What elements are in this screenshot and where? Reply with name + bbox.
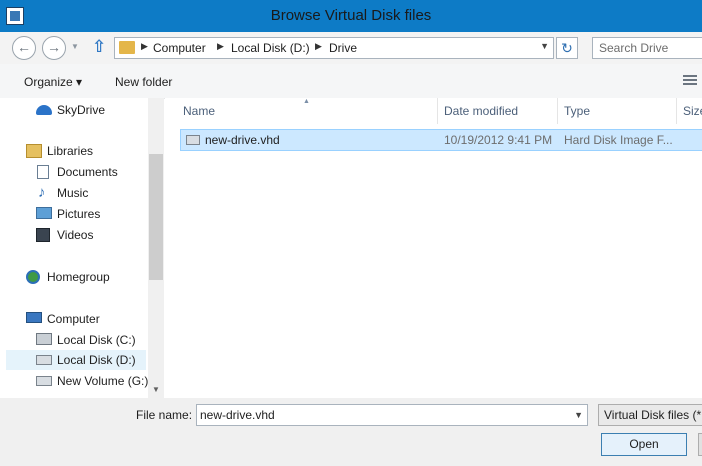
open-button[interactable]: Open bbox=[601, 433, 687, 456]
column-header-name[interactable]: Name bbox=[183, 104, 215, 118]
column-header-size[interactable]: Size bbox=[683, 104, 702, 118]
file-name-cell: new-drive.vhd bbox=[205, 133, 280, 147]
nav-item-homegroup[interactable]: Homegroup bbox=[0, 267, 148, 287]
new-folder-button[interactable]: New folder bbox=[115, 75, 172, 89]
breadcrumb-separator-icon[interactable]: ▶ bbox=[315, 41, 322, 52]
file-name-label: File name: bbox=[136, 408, 193, 422]
view-options-icon[interactable] bbox=[683, 75, 697, 87]
scroll-down-icon[interactable]: ▼ bbox=[152, 385, 160, 394]
nav-item-label: New Volume (G:) bbox=[57, 374, 148, 388]
nav-item-libraries[interactable]: Libraries bbox=[0, 141, 148, 161]
file-list-pane: ▲ Name Date modified Type Size new-drive… bbox=[165, 98, 702, 398]
back-arrow-icon[interactable]: ← bbox=[12, 36, 36, 60]
table-row[interactable]: new-drive.vhd 10/19/2012 9:41 PM Hard Di… bbox=[180, 129, 702, 151]
file-name-combobox[interactable]: new-drive.vhd ▼ bbox=[196, 404, 588, 426]
nav-item-label: Local Disk (D:) bbox=[57, 353, 136, 367]
navigation-scrollbar[interactable]: ▼ bbox=[148, 98, 164, 398]
nav-item-label: Documents bbox=[57, 165, 118, 179]
file-type-cell: Hard Disk Image F... bbox=[564, 133, 673, 147]
address-dropdown-icon[interactable]: ▼ bbox=[540, 41, 549, 51]
nav-item-label: SkyDrive bbox=[57, 103, 106, 117]
title-bar: Browse Virtual Disk files bbox=[0, 0, 702, 32]
address-bar[interactable]: ▶ Computer ▶ Local Disk (D:) ▶ Drive ▼ bbox=[114, 37, 554, 59]
nav-item-label: Pictures bbox=[57, 207, 101, 221]
documents-icon bbox=[37, 165, 49, 179]
music-note-icon: ♪ bbox=[38, 184, 46, 201]
dialog-bottom-bar: File name: new-drive.vhd ▼ Virtual Disk … bbox=[0, 398, 702, 466]
pictures-icon bbox=[36, 207, 52, 219]
nav-item-computer[interactable]: Computer bbox=[0, 309, 148, 329]
homegroup-icon bbox=[26, 270, 40, 284]
command-toolbar: Organize ▾ New folder bbox=[0, 64, 702, 99]
nav-item-label: Libraries bbox=[47, 144, 94, 158]
nav-item-music[interactable]: ♪ Music bbox=[0, 183, 148, 203]
nav-item-label: Homegroup bbox=[47, 270, 110, 284]
refresh-icon[interactable]: ↻ bbox=[556, 37, 578, 59]
column-divider[interactable] bbox=[557, 98, 558, 124]
breadcrumb-computer[interactable]: Computer bbox=[153, 41, 206, 55]
breadcrumb-drive[interactable]: Drive bbox=[329, 41, 357, 55]
breadcrumb-separator-icon[interactable]: ▶ bbox=[141, 41, 148, 52]
nav-item-documents[interactable]: Documents bbox=[0, 162, 148, 182]
videos-film-icon bbox=[36, 228, 50, 242]
nav-item-skydrive[interactable]: SkyDrive bbox=[0, 100, 148, 120]
recent-locations-chevron-icon[interactable]: ▼ bbox=[71, 42, 79, 51]
nav-item-videos[interactable]: Videos bbox=[0, 225, 148, 245]
nav-item-local-disk-c[interactable]: Local Disk (C:) bbox=[0, 330, 148, 350]
column-divider[interactable] bbox=[676, 98, 677, 124]
file-type-filter-select[interactable]: Virtual Disk files (*.vhd) bbox=[598, 404, 702, 426]
computer-monitor-icon bbox=[26, 312, 42, 323]
folder-icon bbox=[119, 41, 135, 54]
address-row: ← → ▼ ⇧ ▶ Computer ▶ Local Disk (D:) ▶ D… bbox=[0, 32, 702, 64]
forward-arrow-icon[interactable]: → bbox=[42, 36, 66, 60]
column-divider[interactable] bbox=[437, 98, 438, 124]
libraries-folder-icon bbox=[26, 144, 42, 158]
column-header-date-modified[interactable]: Date modified bbox=[444, 104, 518, 118]
drive-d-icon bbox=[36, 355, 52, 365]
up-arrow-icon[interactable]: ⇧ bbox=[92, 37, 106, 57]
window-title: Browse Virtual Disk files bbox=[270, 7, 432, 24]
nav-item-label: Music bbox=[57, 186, 89, 200]
file-name-input[interactable]: new-drive.vhd bbox=[200, 408, 275, 422]
file-date-cell: 10/19/2012 9:41 PM bbox=[444, 133, 553, 147]
breadcrumb-local-disk-d[interactable]: Local Disk (D:) bbox=[231, 41, 310, 55]
nav-item-local-disk-d[interactable]: Local Disk (D:) bbox=[6, 350, 146, 370]
drive-g-icon bbox=[36, 376, 52, 386]
drive-c-icon bbox=[36, 333, 52, 345]
vhd-file-icon bbox=[186, 135, 200, 145]
file-name-dropdown-icon[interactable]: ▼ bbox=[574, 405, 583, 425]
skydrive-icon bbox=[36, 105, 52, 115]
column-header-type[interactable]: Type bbox=[564, 104, 590, 118]
scrollbar-thumb[interactable] bbox=[149, 154, 163, 280]
nav-item-label: Local Disk (C:) bbox=[57, 333, 136, 347]
organize-button[interactable]: Organize ▾ bbox=[24, 75, 82, 89]
nav-item-new-volume-g[interactable]: New Volume (G:) bbox=[0, 371, 148, 391]
nav-item-pictures[interactable]: Pictures bbox=[0, 204, 148, 224]
nav-item-label: Videos bbox=[57, 228, 94, 242]
sort-ascending-icon: ▲ bbox=[303, 98, 310, 105]
breadcrumb-separator-icon[interactable]: ▶ bbox=[217, 41, 224, 52]
cancel-button[interactable] bbox=[698, 433, 702, 456]
search-input[interactable]: Search Drive bbox=[592, 37, 702, 59]
nav-item-label: Computer bbox=[47, 312, 100, 326]
navigation-pane: SkyDrive Libraries Documents ♪ Music Pic… bbox=[0, 98, 148, 398]
